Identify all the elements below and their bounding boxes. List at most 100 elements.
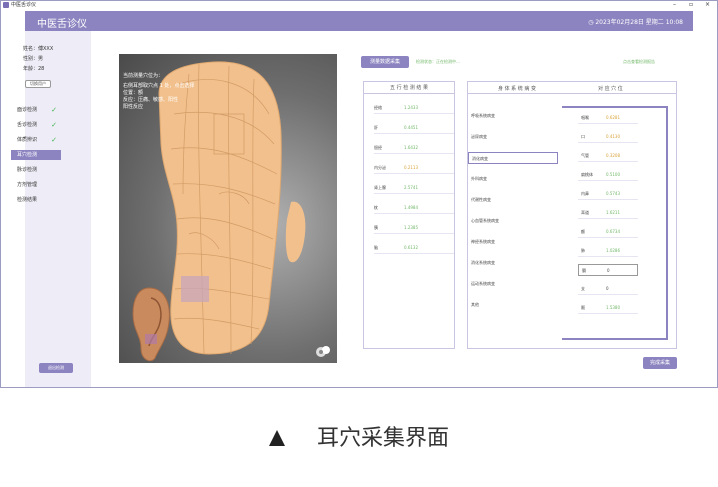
acupoint-key: 气管 [581, 153, 589, 158]
nav-item-0[interactable]: 面诊检测 ✓ [11, 105, 61, 115]
wuxing-row: 胆经 1.6432 [374, 142, 454, 154]
system-item[interactable]: 消化病变 [468, 152, 558, 164]
wuxing-value: 0.2113 [404, 165, 418, 170]
view-report-link[interactable]: 点击查看检测报告 [623, 59, 655, 65]
exit-button[interactable]: 退出检测 [39, 363, 73, 373]
acupoint-value: 0.5743 [606, 191, 620, 196]
wuxing-panel: 五 行 检 测 结 果 经络 1.2433 肝 0.4451 胆经 1.6432 内分泌 0.… [363, 81, 455, 349]
nav-item-label: 方剂管理 [17, 182, 38, 188]
wuxing-row: 脑 0.6132 [374, 242, 454, 254]
wuxing-row: 肝 0.4451 [374, 122, 454, 134]
system-item[interactable]: 呼吸系统病变 [468, 110, 558, 122]
parts-col-title: 对 应 穴 位 [598, 86, 623, 92]
wuxing-key: 脑 [374, 245, 378, 250]
acupoint-row: 颞 1.5380 [578, 302, 638, 314]
acupoint-key: 内鼻 [581, 191, 589, 196]
acupoint-key: 膈 [582, 268, 586, 273]
acupoint-row: 支0 [578, 283, 638, 295]
nav-item-2[interactable]: 体质辨识 ✓ [11, 135, 61, 145]
wuxing-value: 1.2385 [404, 225, 418, 230]
acupoint-key: 咽喉 [581, 115, 589, 120]
color-picker-icon[interactable] [315, 344, 331, 358]
app-icon [3, 2, 9, 8]
close-button[interactable]: × [705, 1, 710, 9]
acupoint-key: 口 [581, 134, 585, 139]
acupoint-value: 0 [607, 268, 610, 273]
ear-hint-0: 当前测量穴位为： [123, 73, 164, 79]
nav-item-6[interactable]: 检测结果 [11, 195, 61, 205]
ear-thumbnail [132, 287, 170, 362]
wuxing-row: 枕 1.4984 [374, 202, 454, 214]
wuxing-row: 内分泌 0.2113 [374, 162, 454, 174]
wuxing-value: 1.6432 [404, 145, 418, 150]
acupoint-key: 肺 [581, 248, 585, 253]
patient-age: 年龄：28 [23, 66, 45, 72]
wuxing-key: 内分泌 [374, 165, 386, 170]
acupoint-value: 0 [606, 286, 609, 291]
wuxing-row: 经络 1.2433 [374, 102, 454, 114]
wuxing-row: 肾上腺 2.5741 [374, 182, 454, 194]
triangle-icon [268, 430, 285, 446]
ear-hint-1: 右侧耳部取穴点 1 处，点击选择 [123, 83, 195, 89]
nav-item-5[interactable]: 方剂管理 [11, 180, 61, 190]
wuxing-key: 经络 [374, 105, 382, 110]
acupoint-key: 支 [581, 286, 585, 291]
wuxing-value: 1.4984 [404, 205, 418, 210]
nav-item-label: 检测结果 [17, 197, 38, 203]
nav-item-label: 脉诊检测 [17, 167, 38, 173]
patient-name: 姓名：傅XXX [23, 46, 54, 52]
measure-button[interactable]: 测量数据采集 [361, 56, 409, 68]
wuxing-key: 肝 [374, 125, 378, 130]
wuxing-value: 0.6132 [404, 245, 418, 250]
window-title: 中医舌诊仪 [11, 2, 37, 8]
nav-item-label: 面诊检测 [17, 107, 38, 113]
wuxing-key: 肾上腺 [374, 185, 386, 190]
acupoint-value: 0.3208 [606, 153, 620, 158]
system-item[interactable]: 运动系统病变 [468, 278, 558, 290]
acupoint-row: 口 0.4130 [578, 131, 638, 143]
acupoint-value: 0.6281 [606, 115, 620, 120]
system-item[interactable]: 泌尿病变 [468, 131, 558, 143]
acupoint-row: 耳道 1.6211 [578, 207, 638, 219]
acupoint-row: 肺 1.0286 [578, 245, 638, 257]
acupoint-key: 颞 [581, 305, 585, 310]
switch-user-button[interactable]: 切换用户 [25, 80, 51, 88]
system-item[interactable]: 外科病变 [468, 173, 558, 185]
minimize-button[interactable]: – [673, 1, 676, 9]
wuxing-value: 0.4451 [404, 125, 418, 130]
wuxing-value: 1.2433 [404, 105, 418, 110]
nav-item-3[interactable]: 耳穴检测 [11, 150, 61, 160]
ear-hint-2: 位置：额 [123, 90, 144, 96]
acupoint-value: 0.5100 [606, 172, 620, 177]
detect-status: 检测状态：正在检测中… [416, 59, 460, 64]
selected-ear-point[interactable] [181, 276, 209, 302]
acupoint-value: 0.6734 [606, 229, 620, 234]
system-item[interactable]: 心血管系统病变 [468, 215, 558, 227]
system-col-title: 身 体 系 统 病 变 [498, 86, 536, 92]
system-item[interactable]: 神经系统病变 [468, 236, 558, 248]
nav-item-label: 耳穴检测 [17, 152, 38, 158]
acupoint-key: 耳道 [581, 210, 589, 215]
finish-button[interactable]: 完成采集 [643, 357, 677, 369]
acupoint-row: 气管 0.3208 [578, 150, 638, 162]
system-panel: 身 体 系 统 病 变 对 应 穴 位 呼吸系统病变 泌尿病变消化病变外科病变代谢… [467, 81, 677, 349]
acupoint-key: 扁桃体 [581, 172, 593, 177]
restore-button[interactable]: ▫ [689, 1, 693, 9]
figure-caption: 耳穴采集界面 [0, 420, 718, 452]
nav-item-1[interactable]: 舌诊检测 ✓ [11, 120, 61, 130]
wuxing-value: 2.5741 [404, 185, 418, 190]
nav-item-4[interactable]: 脉诊检测 [11, 165, 61, 175]
ear-hint-3: 反应：压痛、敏感、阳性 [123, 97, 179, 103]
system-item[interactable]: 代谢性病变 [468, 194, 558, 206]
acupoint-key: 额 [581, 229, 585, 234]
acupoint-value: 1.5380 [606, 305, 620, 310]
titlebar: 中医舌诊仪 [1, 1, 717, 9]
system-item[interactable]: 消化系统病变 [468, 257, 558, 269]
patient-gender: 性别：男 [23, 56, 44, 62]
system-item[interactable]: 其他 [468, 299, 558, 311]
acupoint-row[interactable]: 膈0 [578, 264, 638, 276]
datetime: ◷ 2023年02月28日 星期二 10:08 [588, 19, 683, 26]
wuxing-key: 胆经 [374, 145, 382, 150]
check-icon: ✓ [51, 136, 57, 144]
wuxing-title: 五 行 检 测 结 果 [364, 82, 454, 94]
